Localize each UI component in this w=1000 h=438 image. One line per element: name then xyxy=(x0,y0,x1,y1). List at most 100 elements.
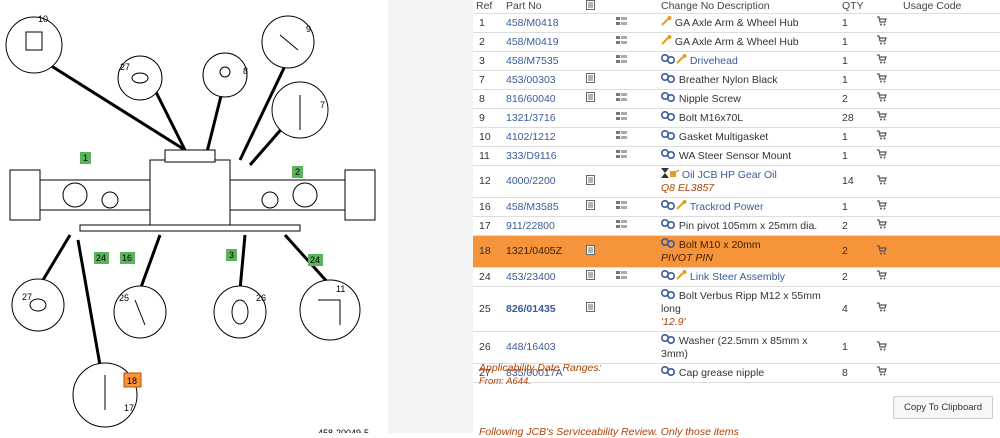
part-number-link[interactable]: 453/23400 xyxy=(506,271,556,283)
change-list-icon[interactable] xyxy=(616,35,627,49)
add-to-cart-icon[interactable] xyxy=(877,54,887,68)
table-row[interactable]: 17 911/22800 Pin pivot 105mm x 25mm dia.… xyxy=(473,216,1000,236)
header-usage-code[interactable]: Usage Code xyxy=(900,0,1000,14)
table-row-selected[interactable]: 18 1321/0405Z Bolt M10 x 20mm PIVOT PIN 2 xyxy=(473,235,1000,268)
add-to-cart-icon[interactable] xyxy=(877,270,887,284)
header-change-desc: Change No Description xyxy=(658,0,840,14)
change-list-icon[interactable] xyxy=(616,270,627,284)
add-to-cart-icon[interactable] xyxy=(877,340,887,355)
part-number-link[interactable]: 458/M0419 xyxy=(506,36,559,48)
part-number-link[interactable]: 458/M0418 xyxy=(506,17,559,29)
add-to-cart-icon[interactable] xyxy=(877,111,887,125)
change-list-icon[interactable] xyxy=(616,200,627,214)
part-number-link[interactable]: 826/01435 xyxy=(506,303,556,315)
add-to-cart-icon[interactable] xyxy=(877,73,887,87)
add-to-cart-icon[interactable] xyxy=(877,200,887,214)
row-doc-cell xyxy=(583,70,613,90)
copy-to-clipboard-button[interactable]: Copy To Clipboard xyxy=(893,396,993,419)
change-list-icon[interactable] xyxy=(616,219,627,233)
part-note: Q8 EL3857 xyxy=(661,182,715,194)
gear-icon xyxy=(660,148,676,163)
add-to-cart-icon[interactable] xyxy=(877,16,887,30)
part-number-link[interactable]: 448/16403 xyxy=(506,341,556,353)
gear-icon xyxy=(660,53,676,68)
table-row[interactable]: 24 453/23400 Link Steer Assembly 2 xyxy=(473,267,1000,287)
callout-26: 26 xyxy=(256,293,266,303)
callout-27: 27 xyxy=(120,62,130,72)
change-list-icon[interactable] xyxy=(616,16,627,30)
row-part-no-cell: 458/M0418 xyxy=(503,13,583,33)
table-row[interactable]: 8 816/60040 Nipple Screw 2 xyxy=(473,89,1000,109)
part-number-link[interactable]: 458/M7535 xyxy=(506,55,559,67)
header-description[interactable]: Description xyxy=(717,0,770,12)
callout-25: 25 xyxy=(119,293,129,303)
row-cart-cell xyxy=(874,32,901,52)
callout-8: 8 xyxy=(243,66,248,76)
add-to-cart-icon[interactable] xyxy=(877,149,887,163)
part-number-link[interactable]: 333/D9116 xyxy=(506,150,557,162)
document-icon[interactable] xyxy=(586,270,595,284)
row-usage xyxy=(900,127,1000,147)
row-doc-cell xyxy=(583,286,613,332)
document-icon[interactable] xyxy=(586,244,595,259)
part-note: PIVOT PIN xyxy=(661,252,713,264)
table-row[interactable]: 9 1321/3716 Bolt M16x70L 28 xyxy=(473,108,1000,128)
change-list-icon[interactable] xyxy=(616,130,627,144)
document-icon[interactable] xyxy=(586,302,595,316)
change-list-icon[interactable] xyxy=(616,149,627,163)
part-number-link[interactable]: 453/00303 xyxy=(506,74,556,86)
header-part-no[interactable]: Part No xyxy=(503,0,583,14)
document-icon[interactable] xyxy=(586,92,595,106)
header-ref[interactable]: Ref xyxy=(473,0,503,14)
row-change-cell xyxy=(613,216,658,236)
row-desc-cell: Gasket Multigasket xyxy=(658,127,840,147)
table-row[interactable]: 2 458/M0419 GA Axle Arm & Wheel Hub 1 xyxy=(473,32,1000,52)
part-number-link[interactable]: 4000/2200 xyxy=(506,175,556,187)
row-cart-cell xyxy=(874,51,901,71)
add-to-cart-icon[interactable] xyxy=(877,174,887,189)
add-to-cart-icon[interactable] xyxy=(877,219,887,233)
row-doc-cell xyxy=(583,13,613,33)
table-row[interactable]: 11 333/D9116 WA Steer Sensor Mount 1 xyxy=(473,146,1000,166)
row-qty: 14 xyxy=(839,165,875,198)
row-qty: 1 xyxy=(839,331,875,364)
header-qty[interactable]: QTY xyxy=(839,0,875,14)
add-to-cart-icon[interactable] xyxy=(877,366,887,380)
add-to-cart-icon[interactable] xyxy=(877,302,887,316)
row-part-no-cell: 333/D9116 xyxy=(503,146,583,166)
part-number-link[interactable]: 1321/3716 xyxy=(506,112,556,124)
row-change-cell xyxy=(613,13,658,33)
document-icon[interactable] xyxy=(586,174,595,189)
table-row[interactable]: 12 4000/2200 Oil JCB HP Gear Oil Q8 EL385… xyxy=(473,165,1000,198)
table-row[interactable]: 25 826/01435 Bolt Verbus Ripp M12 x 55mm… xyxy=(473,286,1000,332)
row-part-no-cell: 1321/3716 xyxy=(503,108,583,128)
table-row[interactable]: 1 458/M0418 GA Axle Arm & Wheel Hub 1 xyxy=(473,13,1000,33)
part-number-link[interactable]: 911/22800 xyxy=(506,220,555,232)
row-desc-cell: Bolt M10 x 20mm PIVOT PIN xyxy=(658,235,840,268)
add-to-cart-icon[interactable] xyxy=(877,35,887,49)
row-usage xyxy=(900,235,1000,268)
add-to-cart-icon[interactable] xyxy=(877,244,887,259)
document-icon[interactable] xyxy=(586,73,595,87)
change-list-icon[interactable] xyxy=(616,92,627,106)
add-to-cart-icon[interactable] xyxy=(877,130,887,144)
part-number-link[interactable]: 458/M3585 xyxy=(506,201,559,213)
table-row[interactable]: 7 453/00303 Breather Nylon Black 1 xyxy=(473,70,1000,90)
part-number-link[interactable]: 4102/1212 xyxy=(506,131,556,143)
part-number-link[interactable]: 1321/0405Z xyxy=(506,245,562,257)
row-doc-cell xyxy=(583,235,613,268)
parts-diagram[interactable]: 10 9 27 8 7 1 2 3 24 16 24 27 25 26 11 1… xyxy=(0,0,388,438)
row-ref: 26 xyxy=(473,331,503,364)
table-row[interactable]: 3 458/M7535 Drivehead 1 xyxy=(473,51,1000,71)
change-list-icon[interactable] xyxy=(616,111,627,125)
table-row[interactable]: 10 4102/1212 Gasket Multigasket 1 xyxy=(473,127,1000,147)
part-number-link[interactable]: 816/60040 xyxy=(506,93,556,105)
table-row[interactable]: 16 458/M3585 Trackrod Power 1 xyxy=(473,197,1000,217)
document-icon[interactable] xyxy=(586,200,595,214)
add-to-cart-icon[interactable] xyxy=(877,92,887,106)
header-change-no[interactable]: Change No xyxy=(661,0,714,12)
row-doc-cell xyxy=(583,267,613,287)
row-part-no-cell: 4102/1212 xyxy=(503,127,583,147)
change-list-icon[interactable] xyxy=(616,54,627,68)
table-row[interactable]: 26 448/16403 Washer (22.5mm x 85mm x 3mm… xyxy=(473,331,1000,364)
